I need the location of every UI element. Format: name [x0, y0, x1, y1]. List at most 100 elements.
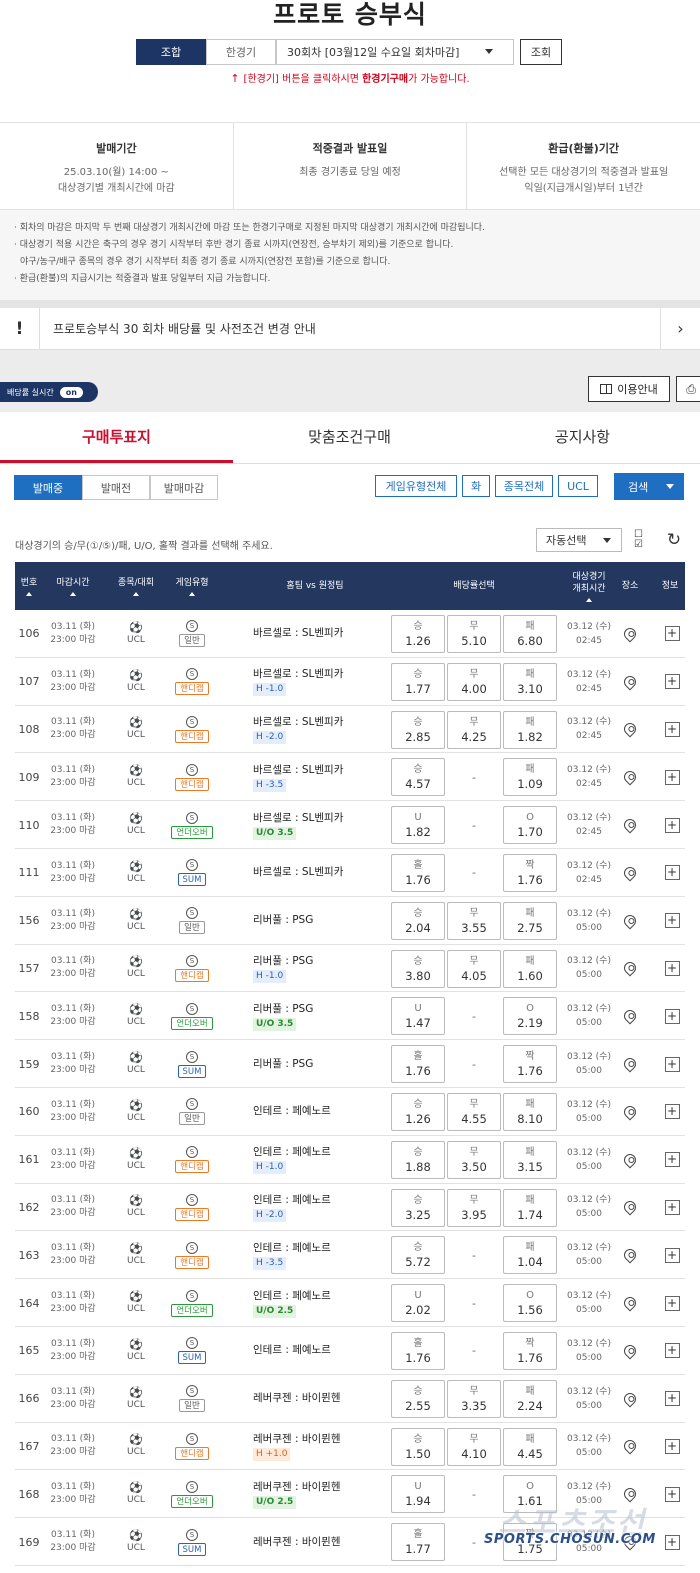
odds-button[interactable]: 승 1.77 — [391, 662, 445, 701]
odds-button[interactable]: 패 3.10 — [503, 662, 557, 701]
info-cell[interactable]: + — [659, 1375, 685, 1423]
odds-button[interactable]: 승 1.50 — [391, 1427, 445, 1466]
info-cell[interactable]: + — [659, 1231, 685, 1279]
info-cell[interactable]: + — [659, 1470, 685, 1518]
col-no[interactable]: 번호 — [15, 562, 43, 610]
info-cell[interactable]: + — [659, 1327, 685, 1375]
odds-button[interactable]: 승 4.57 — [391, 758, 445, 797]
info-cell[interactable]: + — [659, 1184, 685, 1232]
venue-cell[interactable] — [617, 945, 643, 993]
info-cell[interactable]: + — [659, 1088, 685, 1136]
odds-button[interactable]: 짝 1.76 — [503, 1331, 557, 1370]
info-cell[interactable]: + — [659, 753, 685, 801]
venue-cell[interactable] — [617, 1184, 643, 1232]
odds-button[interactable]: 짝 1.76 — [503, 853, 557, 892]
tab-custom-purchase[interactable]: 맞춤조건구매 — [233, 412, 466, 463]
info-cell[interactable]: + — [659, 1040, 685, 1088]
odds-button[interactable]: 무 3.55 — [447, 901, 501, 940]
odds-button[interactable]: 패 3.15 — [503, 1140, 557, 1179]
odds-button[interactable]: 패 1.04 — [503, 1236, 557, 1275]
venue-cell[interactable] — [617, 1327, 643, 1375]
venue-cell[interactable] — [617, 801, 643, 849]
filter-game-type[interactable]: 게임유형전체 — [375, 475, 457, 497]
odds-button[interactable]: 홀 1.76 — [391, 1045, 445, 1084]
odds-button[interactable]: U 1.47 — [391, 997, 445, 1036]
odds-button[interactable]: 무 3.35 — [447, 1379, 501, 1418]
col-sport[interactable]: 종목/대회 — [111, 562, 161, 610]
odds-button[interactable]: 패 2.75 — [503, 901, 557, 940]
info-cell[interactable]: + — [659, 658, 685, 706]
venue-cell[interactable] — [617, 1423, 643, 1471]
odds-button[interactable]: 승 1.26 — [391, 1092, 445, 1131]
odds-button[interactable]: 홀 1.77 — [391, 1523, 445, 1562]
col-type[interactable]: 게임유형 — [167, 562, 217, 610]
odds-button[interactable]: 승 3.25 — [391, 1188, 445, 1227]
checklist-icon[interactable]: ☐ ☑ — [634, 530, 652, 550]
tab-notice[interactable]: 공지사항 — [466, 412, 699, 463]
odds-button[interactable]: 패 1.60 — [503, 949, 557, 988]
odds-button[interactable]: 패 8.10 — [503, 1092, 557, 1131]
venue-cell[interactable] — [617, 1375, 643, 1423]
chevron-right-icon[interactable]: › — [660, 307, 700, 350]
odds-button[interactable]: U 2.02 — [391, 1284, 445, 1323]
odds-button[interactable]: 무 4.10 — [447, 1427, 501, 1466]
tab-purchase-slip[interactable]: 구매투표지 — [0, 412, 233, 463]
tab-on-sale[interactable]: 발매중 — [14, 475, 82, 500]
odds-button[interactable]: 패 6.80 — [503, 615, 557, 653]
info-cell[interactable]: + — [659, 945, 685, 993]
refresh-icon[interactable]: ↻ — [664, 530, 684, 550]
odds-button[interactable]: O 1.70 — [503, 806, 557, 845]
col-deadline[interactable]: 마감시간 — [45, 562, 101, 610]
venue-cell[interactable] — [617, 706, 643, 754]
info-cell[interactable]: + — [659, 1423, 685, 1471]
odds-button[interactable]: 무 4.25 — [447, 710, 501, 749]
odds-button[interactable]: U 1.82 — [391, 806, 445, 845]
info-cell[interactable]: + — [659, 1518, 685, 1566]
odds-button[interactable]: O 1.56 — [503, 1284, 557, 1323]
tab-single-game[interactable]: 한경기 — [206, 39, 276, 65]
odds-button[interactable]: 승 1.26 — [391, 615, 445, 653]
info-cell[interactable]: + — [659, 992, 685, 1040]
odds-button[interactable]: 홀 1.76 — [391, 1331, 445, 1370]
round-select[interactable]: 30회차 [03월12일 수요일 회차마감] — [276, 39, 514, 65]
odds-button[interactable]: 무 4.00 — [447, 662, 501, 701]
odds-button[interactable]: 승 2.85 — [391, 710, 445, 749]
filter-day[interactable]: 화 — [462, 475, 490, 497]
odds-button[interactable]: 승 3.80 — [391, 949, 445, 988]
odds-button[interactable]: 패 2.24 — [503, 1379, 557, 1418]
odds-button[interactable]: 무 3.95 — [447, 1188, 501, 1227]
odds-button[interactable]: 승 5.72 — [391, 1236, 445, 1275]
odds-button[interactable]: 승 2.55 — [391, 1379, 445, 1418]
odds-button[interactable]: 짝 1.76 — [503, 1045, 557, 1084]
odds-button[interactable]: 승 1.88 — [391, 1140, 445, 1179]
tab-before-sale[interactable]: 발매전 — [82, 475, 150, 500]
odds-button[interactable]: 무 4.55 — [447, 1092, 501, 1131]
odds-button[interactable]: 짝 1.75 — [503, 1523, 557, 1562]
venue-cell[interactable] — [617, 610, 643, 658]
odds-button[interactable]: 무 4.05 — [447, 949, 501, 988]
search-button[interactable]: 검색 — [614, 473, 684, 500]
guide-button[interactable]: 이용안내 — [588, 376, 670, 402]
filter-league[interactable]: UCL — [558, 475, 598, 497]
venue-cell[interactable] — [617, 1518, 643, 1566]
printer-icon[interactable]: ⎙ — [676, 376, 700, 402]
odds-button[interactable]: 무 5.10 — [447, 615, 501, 653]
info-cell[interactable]: + — [659, 706, 685, 754]
venue-cell[interactable] — [617, 753, 643, 801]
info-cell[interactable]: + — [659, 897, 685, 945]
tab-combo[interactable]: 조합 — [136, 39, 206, 65]
odds-button[interactable]: U 1.94 — [391, 1475, 445, 1514]
info-cell[interactable]: + — [659, 610, 685, 658]
venue-cell[interactable] — [617, 1279, 643, 1327]
venue-cell[interactable] — [617, 1136, 643, 1184]
venue-cell[interactable] — [617, 1040, 643, 1088]
info-cell[interactable]: + — [659, 1136, 685, 1184]
odds-button[interactable]: 패 1.82 — [503, 710, 557, 749]
venue-cell[interactable] — [617, 1470, 643, 1518]
venue-cell[interactable] — [617, 849, 643, 897]
filter-sport[interactable]: 종목전체 — [495, 475, 553, 497]
announcement-bar[interactable]: ! 프로토승부식 30 회차 배당률 및 사전조건 변경 안내 › — [0, 307, 700, 350]
live-odds-toggle[interactable]: 배당률 실시간 on — [0, 382, 98, 402]
lookup-button[interactable]: 조회 — [520, 39, 562, 65]
info-cell[interactable]: + — [659, 849, 685, 897]
